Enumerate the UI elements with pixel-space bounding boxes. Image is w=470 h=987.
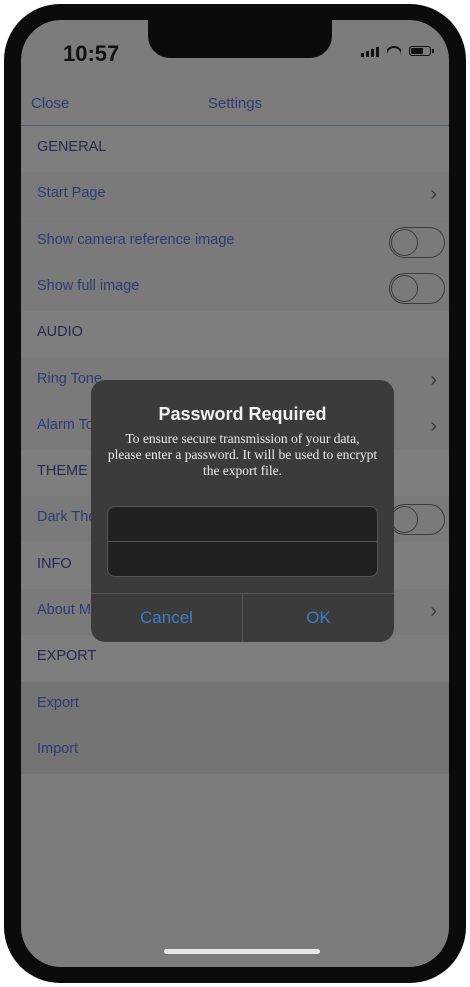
cancel-button[interactable]: Cancel — [91, 594, 243, 642]
settings-row-start-page[interactable]: Start Page › — [21, 172, 449, 219]
alert-title: Password Required — [158, 404, 327, 424]
navigation-bar: Close Settings — [21, 89, 449, 126]
wifi-icon — [387, 46, 401, 56]
chevron-right-icon: › — [430, 414, 437, 437]
page-title: Settings — [207, 95, 263, 112]
settings-row-export[interactable]: Export — [21, 681, 449, 728]
toggle-knob — [391, 228, 418, 256]
password-alert: Password Required To ensure secure trans… — [91, 380, 394, 642]
section-header-export: EXPORT — [21, 635, 449, 682]
ok-button[interactable]: OK — [243, 594, 394, 642]
settings-row-import[interactable]: Import — [21, 727, 449, 774]
section-header-audio: AUDIO — [21, 311, 449, 358]
password-input[interactable] — [108, 507, 377, 541]
settings-row-label: Export — [37, 694, 79, 711]
status-bar-icons — [361, 45, 434, 57]
settings-row-show-full-image[interactable]: Show full image — [21, 264, 449, 311]
settings-row-show-camera-reference-image[interactable]: Show camera reference image — [21, 218, 449, 265]
password-field[interactable] — [107, 506, 378, 542]
settings-row-label: Show camera reference image — [37, 231, 235, 248]
settings-row-label: Show full image — [37, 277, 140, 294]
chevron-right-icon: › — [430, 600, 437, 622]
section-title: INFO — [37, 555, 72, 572]
section-header-general: GENERAL — [21, 126, 449, 172]
chevron-right-icon: › — [430, 183, 437, 206]
alert-buttons: Cancel OK — [91, 593, 394, 642]
toggle-switch[interactable] — [389, 504, 445, 536]
confirm-password-input[interactable] — [108, 542, 377, 576]
section-title: AUDIO — [37, 324, 83, 341]
phone-frame: 10:57 Close Settings GENERAL Start Page › S… — [4, 4, 466, 983]
toggle-knob — [391, 274, 418, 302]
section-title: GENERAL — [37, 139, 107, 155]
settings-row-label: Ring Tone — [37, 370, 103, 387]
toggle-switch[interactable] — [389, 226, 445, 258]
section-title: EXPORT — [37, 648, 97, 665]
alert-message: To ensure secure transmission of your da… — [107, 431, 378, 478]
confirm-password-field[interactable] — [107, 541, 378, 577]
section-title: THEME — [37, 463, 88, 480]
status-time: 10:57 — [63, 41, 120, 66]
screen: 10:57 Close Settings GENERAL Start Page › S… — [21, 20, 449, 967]
notch — [148, 20, 332, 58]
signal-icon — [361, 45, 379, 57]
toggle-knob — [391, 506, 418, 534]
chevron-right-icon: › — [430, 368, 437, 391]
toggle-switch[interactable] — [389, 272, 445, 304]
settings-row-label: Import — [37, 740, 79, 757]
battery-level — [411, 48, 423, 54]
home-indicator[interactable] — [164, 949, 320, 954]
settings-row-label: About Me — [37, 602, 100, 618]
settings-row-label: Start Page — [37, 185, 106, 202]
battery-icon — [409, 46, 434, 56]
